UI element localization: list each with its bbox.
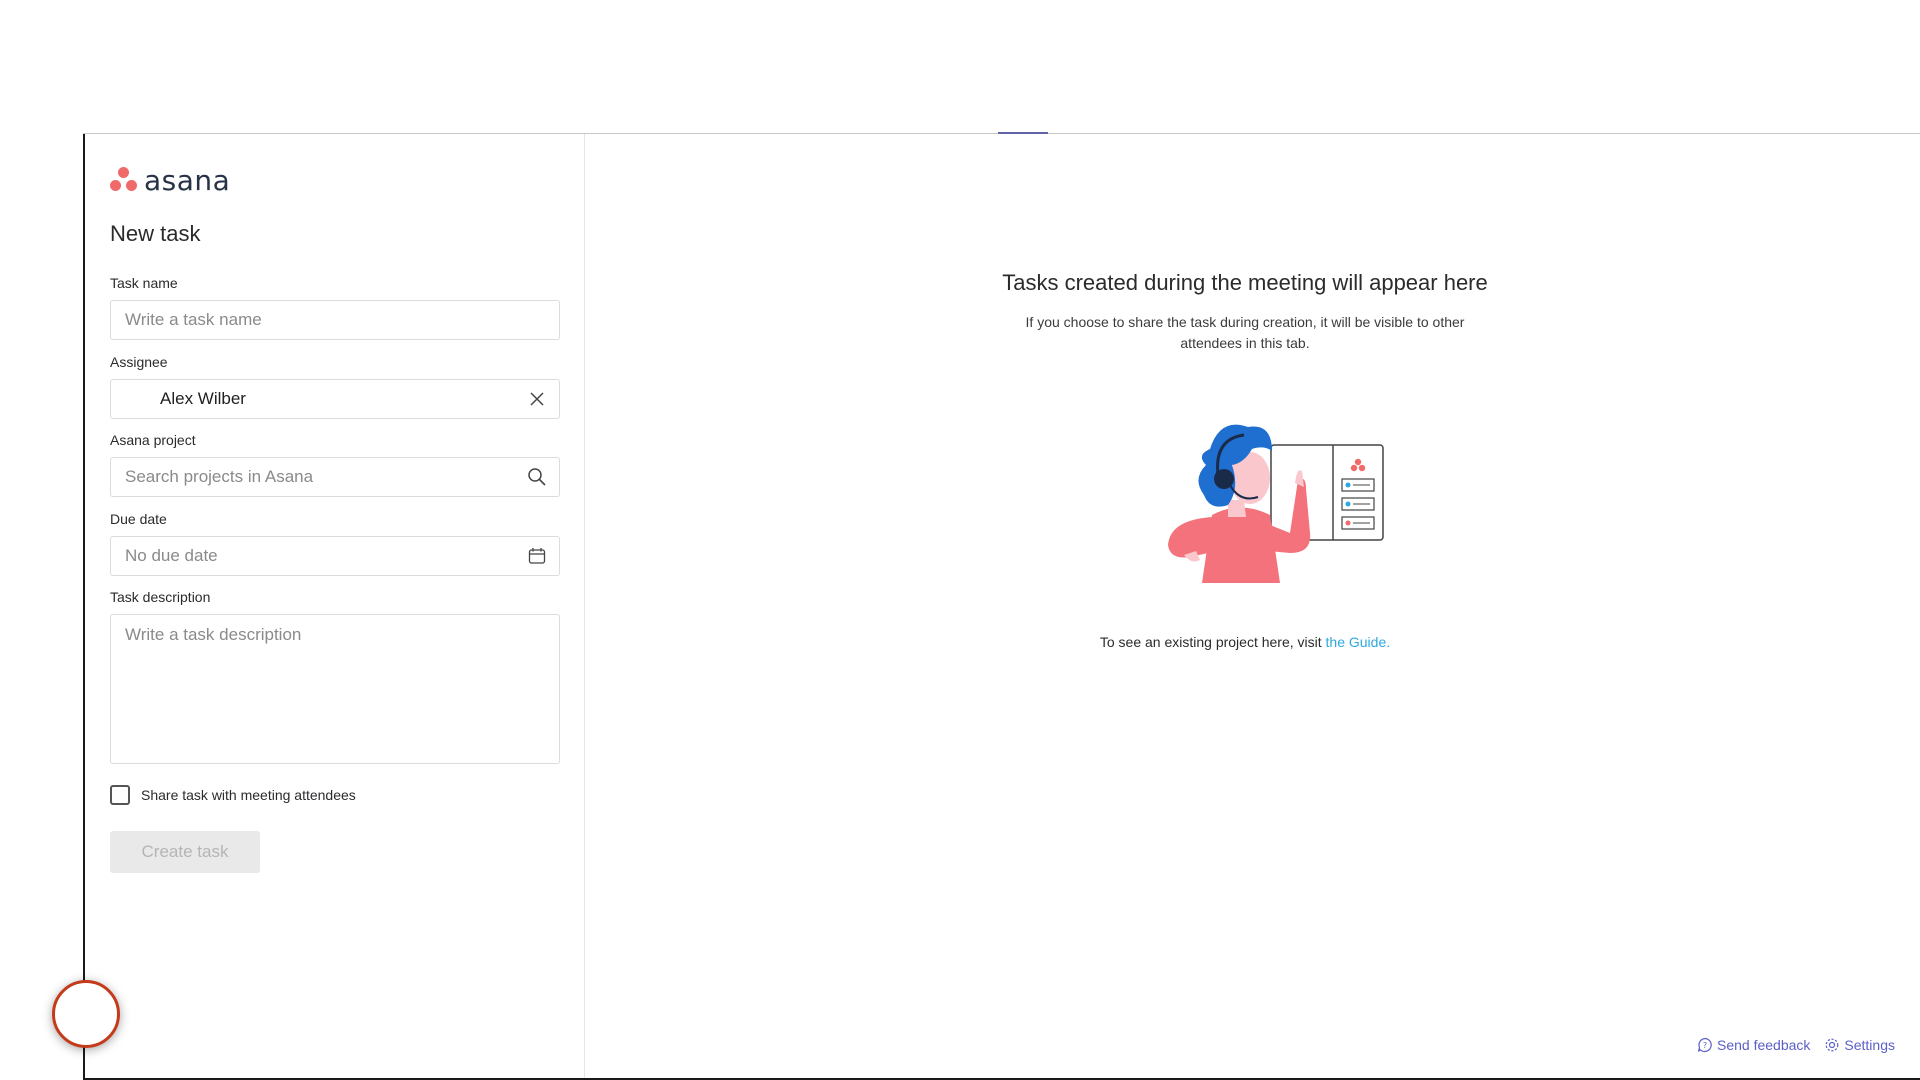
description-label: Task description <box>110 589 211 605</box>
send-feedback-label[interactable]: Send feedback <box>1717 1037 1810 1053</box>
empty-state-title: Tasks created during the meeting will ap… <box>1002 270 1488 295</box>
description-textarea[interactable]: Write a task description <box>110 614 560 764</box>
page-title: New task <box>110 221 201 246</box>
footer-links: ? Send feedback Settings <box>1683 1037 1895 1053</box>
due-date-label: Due date <box>110 511 167 527</box>
empty-state-subtitle: If you choose to share the task during c… <box>1025 314 1465 351</box>
panel-divider <box>584 134 585 1078</box>
project-search-placeholder: Search projects in Asana <box>125 467 314 486</box>
project-search-input[interactable]: Search projects in Asana <box>110 457 560 497</box>
asana-logo-text: asana <box>144 163 231 197</box>
close-icon[interactable] <box>525 387 549 411</box>
settings-label[interactable]: Settings <box>1844 1037 1895 1053</box>
assignee-label: Assignee <box>110 354 168 370</box>
calendar-icon[interactable] <box>525 544 549 568</box>
assignee-value: Alex Wilber <box>160 389 246 408</box>
active-tab-indicator <box>998 132 1048 134</box>
tab-content-left-border <box>83 134 85 1080</box>
svg-text:?: ? <box>1703 1041 1707 1050</box>
gear-icon <box>1826 1038 1839 1052</box>
task-name-label: Task name <box>110 275 178 291</box>
guide-prefix: To see an existing project here, visit <box>1099 634 1326 650</box>
due-date-input[interactable]: No due date <box>110 536 560 576</box>
feedback-icon: ? <box>1697 1037 1712 1053</box>
send-feedback-link[interactable]: ? Send feedback <box>1697 1037 1810 1053</box>
description-placeholder: Write a task description <box>125 625 302 644</box>
settings-link[interactable]: Settings <box>1824 1037 1895 1053</box>
asana-logo-icon <box>110 167 138 193</box>
guide-link[interactable]: the Guide. <box>1326 634 1391 650</box>
asana-logo: asana <box>110 163 231 197</box>
meeting-illustration <box>1168 424 1384 583</box>
search-icon[interactable] <box>525 465 549 489</box>
guide-message: To see an existing project here, visit t… <box>985 634 1505 650</box>
task-name-input[interactable]: Write a task name <box>110 300 560 340</box>
empty-state: Tasks created during the meeting will ap… <box>985 270 1505 354</box>
task-name-placeholder: Write a task name <box>125 310 262 329</box>
due-date-placeholder: No due date <box>125 546 218 565</box>
share-checkbox[interactable] <box>110 785 130 805</box>
floating-circle-button[interactable] <box>52 980 120 1048</box>
share-checkbox-label[interactable]: Share task with meeting attendees <box>141 787 356 803</box>
assignee-field[interactable]: Alex Wilber <box>110 379 560 419</box>
project-label: Asana project <box>110 432 196 448</box>
share-option[interactable]: Share task with meeting attendees <box>110 785 356 805</box>
create-task-button[interactable]: Create task <box>110 831 260 873</box>
